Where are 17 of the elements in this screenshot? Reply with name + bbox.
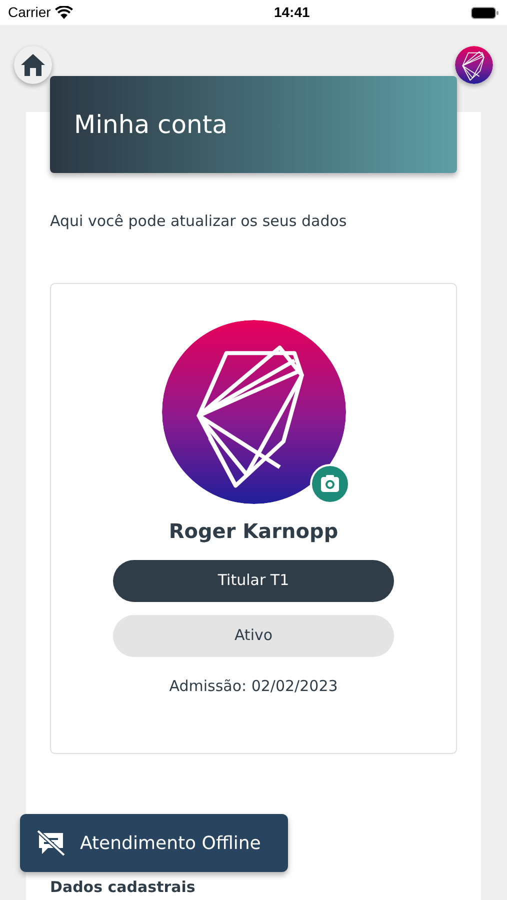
camera-icon	[312, 466, 348, 502]
status-pill: Ativo	[113, 614, 394, 656]
status-time: 14:41	[274, 3, 310, 22]
battery-icon	[471, 6, 499, 18]
status-pill: Titular T1	[113, 560, 394, 602]
home-icon	[21, 54, 45, 76]
section-title: Dados cadastrais	[50, 876, 196, 898]
wifi-icon	[54, 6, 73, 19]
chat-offline-button[interactable]: Atendimento Offline	[20, 814, 288, 872]
home-button[interactable]	[14, 46, 52, 84]
carrier-label: Carrier	[8, 3, 51, 22]
profile-name: Roger Karnopp	[168, 518, 338, 544]
chat-off-icon	[36, 830, 66, 856]
intro-text: Aqui você pode atualizar os seus dados	[50, 211, 348, 232]
page-title: Minha conta	[74, 108, 228, 141]
profile-logo-button[interactable]	[455, 46, 493, 84]
admission-date: Admissão: 02/02/2023	[169, 676, 338, 696]
